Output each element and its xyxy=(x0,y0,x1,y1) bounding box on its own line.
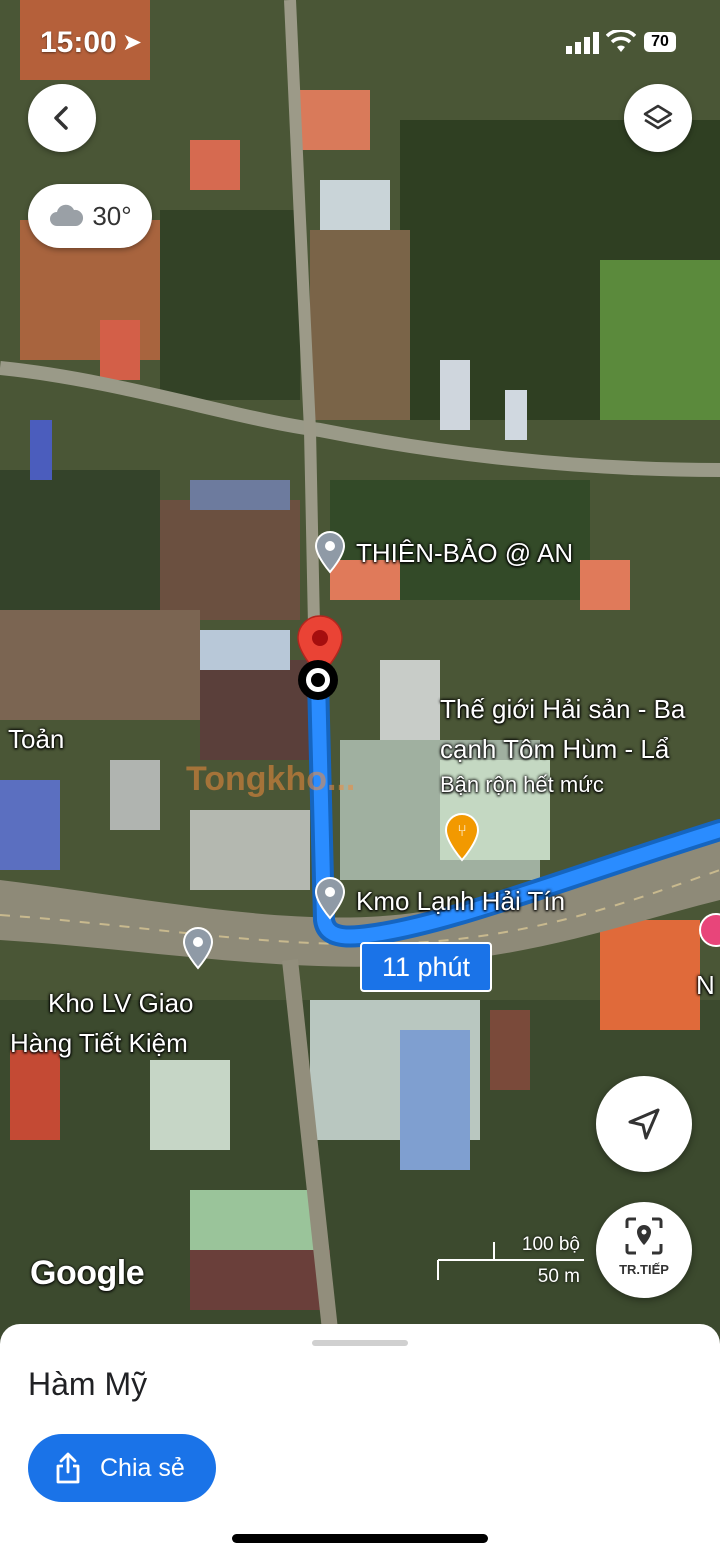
share-label: Chia sẻ xyxy=(100,1453,185,1482)
cloud-icon xyxy=(50,204,84,226)
layers-button[interactable] xyxy=(624,84,692,152)
share-icon xyxy=(56,1452,80,1484)
sheet-drag-handle[interactable] xyxy=(312,1340,408,1346)
status-bar: 15:00 ➤ 70 xyxy=(0,26,720,66)
back-arrow-icon xyxy=(54,106,68,130)
scale-imperial: 100 bộ xyxy=(521,1234,580,1255)
navigation-arrow-icon xyxy=(628,1108,660,1140)
battery-indicator: 70 xyxy=(644,32,676,52)
area-label: Toản xyxy=(8,724,65,754)
poi-description: Bận rộn hết mức xyxy=(440,772,604,797)
scan-location-icon xyxy=(625,1217,663,1255)
map-scale: 100 bộ 50 m xyxy=(436,1232,586,1292)
status-time: 15:00 xyxy=(40,26,117,59)
weather-chip[interactable]: 30° xyxy=(28,184,152,248)
bottom-sheet[interactable]: Hàm Mỹ Chia sẻ xyxy=(0,1324,720,1558)
cellular-signal-icon xyxy=(566,32,599,54)
location-arrow-icon: ➤ xyxy=(122,29,143,56)
scale-metric: 50 m xyxy=(537,1266,580,1287)
google-logo: Google xyxy=(30,1254,145,1292)
poi-label[interactable]: cạnh Tôm Hùm - Lẩ xyxy=(440,734,669,765)
track-button[interactable]: TR.TIẾP xyxy=(596,1202,692,1298)
temperature-value: 30° xyxy=(92,200,132,231)
track-label: TR.TIẾP xyxy=(619,1262,669,1277)
share-button[interactable]: Chia sẻ xyxy=(28,1434,216,1502)
wifi-icon xyxy=(606,30,636,52)
start-point-marker-icon xyxy=(298,660,338,700)
back-button[interactable] xyxy=(28,84,96,152)
poi-label[interactable]: Thế giới Hải sản - Ba xyxy=(440,694,685,725)
poi-label[interactable]: THIÊN-BẢO @ AN xyxy=(356,538,573,569)
route-eta-badge[interactable]: 11 phút xyxy=(360,942,492,992)
layers-icon xyxy=(643,104,673,130)
svg-text:⑂: ⑂ xyxy=(457,821,467,840)
place-name: Hàm Mỹ xyxy=(28,1366,148,1402)
poi-label[interactable]: Hàng Tiết Kiệm xyxy=(10,1028,188,1059)
home-indicator xyxy=(232,1534,488,1543)
poi-label[interactable]: Kmo Lạnh Hải Tín xyxy=(356,886,565,917)
my-location-button[interactable] xyxy=(596,1076,692,1172)
area-label: N xyxy=(696,970,715,1000)
watermark: Tongkho... xyxy=(186,760,356,798)
poi-label[interactable]: Kho LV Giao xyxy=(48,988,194,1019)
